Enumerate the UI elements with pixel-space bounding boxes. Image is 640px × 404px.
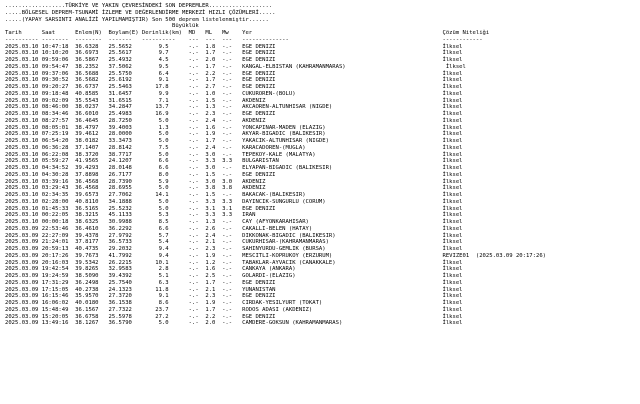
- earthquake-row: 2025.03.10 06:36:28 37.1407 28.8142 7.5 …: [5, 144, 463, 151]
- earthquake-row: 2025.03.10 00:00:18 38.6325 30.9988 8.5 …: [5, 219, 463, 225]
- earthquake-row: 2025.03.10 05:59:27 41.9565 24.1207 6.6 …: [5, 158, 463, 165]
- earthquake-row: 2025.03.10 00:22:05 38.3215 45.1133 5.3 …: [5, 212, 463, 219]
- magnitude-group-label: Büyüklük: [5, 23, 640, 30]
- header-agency-line: .....BÖLGESEL DEPREM-TSUNAMİ İZLEME VE D…: [5, 9, 276, 16]
- earthquake-row: 2025.03.10 09:18:48 40.8585 31.6457 9.9 …: [5, 90, 463, 97]
- earthquake-row: 2025.03.10 03:29:43 36.4568 28.6955 5.0 …: [5, 185, 463, 192]
- earthquake-row: 2025.03.10 08:27:57 36.4645 28.7250 5.0 …: [5, 117, 463, 124]
- earthquake-row: 2025.03.10 06:54:20 38.0182 33.3473 5.0 …: [5, 138, 463, 144]
- earthquake-row: 2025.03.09 17:31:29 36.2498 25.7540 6.3 …: [5, 279, 463, 286]
- column-header-row: Tarih Saat Enlem(N) Boylam(E) Derinlik(k…: [5, 30, 490, 36]
- earthquake-row: 2025.03.10 04:34:52 39.4293 28.0148 6.6 …: [5, 165, 463, 171]
- earthquake-row: 2025.03.09 22:53:46 36.4610 36.2292 6.6 …: [5, 225, 463, 232]
- column-separator-row: ---------- -------- -------- ------- ---…: [5, 36, 483, 43]
- earthquake-row: 2025.03.10 10:10:20 36.6973 25.5617 9.7 …: [5, 50, 463, 57]
- earthquake-row: 2025.03.10 09:20:27 36.6737 25.5463 17.8…: [5, 84, 463, 90]
- earthquake-list-document: ..................TÜRKİYE VE YAKIN ÇEVRE…: [0, 0, 640, 327]
- magnitude-label: Büyüklük: [171, 23, 199, 30]
- earthquake-row: 2025.03.10 09:54:47 38.2352 37.5062 9.5 …: [5, 63, 466, 70]
- earthquake-row: 2025.03.09 19:42:54 39.8265 32.9583 2.8 …: [5, 266, 463, 273]
- earthquake-row: 2025.03.09 20:59:13 40.4735 29.2032 9.4 …: [5, 246, 463, 252]
- earthquake-row: 2025.03.09 15:48:49 36.1567 27.7322 23.7…: [5, 306, 463, 313]
- earthquake-row: 2025.03.10 02:28:00 40.8110 34.1888 5.0 …: [5, 198, 463, 205]
- header-note-line: .....(YAPAY SARSINTI ANALİZİ YAPILMAMIŞT…: [5, 16, 269, 23]
- earthquake-row: 2025.03.10 04:30:28 37.8898 26.7177 8.0 …: [5, 171, 463, 178]
- earthquake-row: 2025.03.09 16:15:46 35.9570 27.3720 9.1 …: [5, 293, 463, 300]
- earthquake-row: 2025.03.09 16:06:02 40.0180 36.1538 8.6 …: [5, 300, 463, 306]
- earthquake-row: 2025.03.10 07:25:19 39.4612 28.0000 5.0 …: [5, 131, 463, 138]
- earthquake-rows: 2025.03.10 10:47:18 36.6328 25.5652 9.5 …: [5, 44, 640, 328]
- earthquake-row: 2025.03.10 09:30:52 36.5682 25.6192 9.1 …: [5, 77, 463, 84]
- earthquake-row: 2025.03.10 09:59:06 36.5867 25.4932 4.5 …: [5, 57, 463, 63]
- earthquake-row: 2025.03.09 21:24:01 37.8177 36.5733 5.4 …: [5, 239, 463, 246]
- earthquake-row: 2025.03.09 13:49:16 38.1267 36.5790 5.0 …: [5, 320, 463, 327]
- earthquake-row: 2025.03.09 20:17:26 39.7673 41.7992 9.4 …: [5, 252, 547, 259]
- header-title-line: ..................TÜRKİYE VE YAKIN ÇEVRE…: [5, 3, 273, 9]
- earthquake-row: 2025.03.10 08:46:00 38.0237 34.2847 13.7…: [5, 104, 463, 111]
- earthquake-row: 2025.03.10 02:34:35 39.6573 27.7062 14.1…: [5, 192, 463, 198]
- earthquake-row: 2025.03.09 19:24:59 38.5090 39.4392 5.1 …: [5, 273, 463, 279]
- earthquake-row: 2025.03.10 08:34:46 36.6010 25.4983 16.9…: [5, 111, 463, 117]
